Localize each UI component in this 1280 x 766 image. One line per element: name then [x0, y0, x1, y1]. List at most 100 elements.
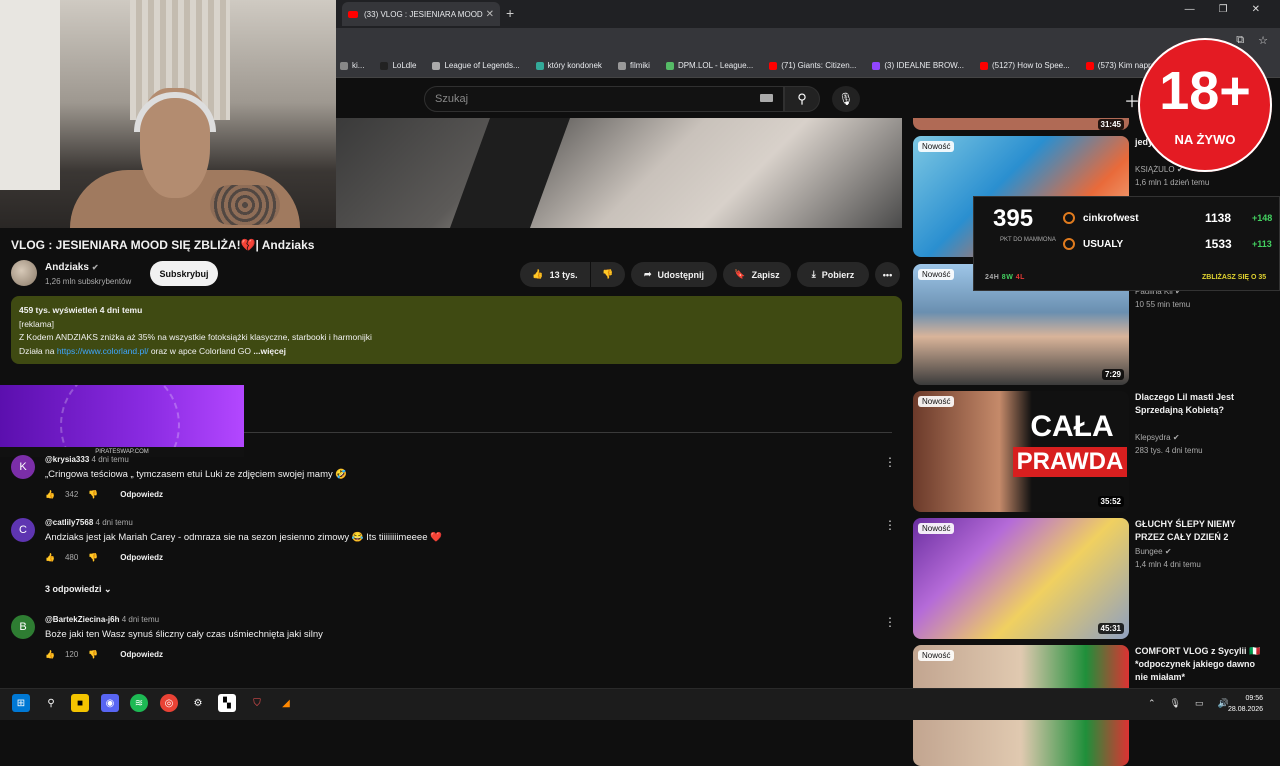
video-duration: 45:31	[1097, 623, 1124, 634]
windows-start-icon[interactable]: ⊞	[12, 694, 30, 712]
keyboard-icon[interactable]	[760, 94, 773, 102]
thumbs-up-icon[interactable]: 👍	[45, 553, 55, 562]
install-icon[interactable]: ⧉	[1236, 34, 1244, 47]
rank-icon	[1063, 238, 1075, 250]
steam-icon[interactable]: ⚙	[189, 694, 207, 712]
bookmark-label: League of Legends...	[444, 61, 520, 70]
search-button[interactable]: ⚲	[784, 86, 820, 112]
obs-icon[interactable]: ◢	[277, 694, 295, 712]
bookmark-favicon-icon	[617, 61, 626, 70]
webcam-tattoo	[210, 185, 280, 225]
thumbs-up-icon[interactable]: 👍	[45, 490, 55, 499]
bookmark-item[interactable]: który kondonek	[535, 61, 602, 70]
promo-decoration	[60, 385, 180, 447]
bookmark-item[interactable]: (71) Giants: Citizen...	[769, 61, 856, 70]
video-duration: 31:45	[1097, 119, 1124, 130]
brave-icon[interactable]: ⛉	[248, 694, 266, 712]
sidebar-meta: 10 55 min temu	[1135, 300, 1191, 309]
download-button[interactable]: ⤓ Pobierz	[797, 262, 869, 287]
minimize-icon[interactable]: —	[1185, 4, 1195, 15]
sidebar-thumbnail-partial[interactable]: 31:45	[913, 118, 1129, 130]
channel-avatar[interactable]	[11, 260, 37, 286]
comment-avatar[interactable]: K	[11, 455, 35, 479]
app-icon[interactable]: ▚	[218, 694, 236, 712]
show-more-link[interactable]: ...więcej	[253, 346, 286, 356]
comment-author[interactable]: @krysia333 4 dni temu	[45, 455, 129, 464]
reply-button[interactable]: Odpowiedz	[120, 553, 163, 562]
time: 09:56	[1245, 695, 1264, 702]
bookmark-star-icon[interactable]: ☆	[1258, 34, 1268, 47]
comment-menu-icon[interactable]: ⋮	[884, 455, 896, 469]
clock[interactable]: 09:56 28.08.2026	[1228, 693, 1263, 715]
bookmark-favicon-icon	[1085, 61, 1094, 70]
bookmark-favicon-icon	[535, 61, 544, 70]
voice-search-button[interactable]: 🎙	[832, 86, 860, 112]
comment-menu-icon[interactable]: ⋮	[884, 518, 896, 532]
comment-avatar[interactable]: C	[11, 518, 35, 542]
video-frame	[336, 118, 902, 228]
comment-menu-icon[interactable]: ⋮	[884, 615, 896, 629]
comment-avatar[interactable]: B	[11, 615, 35, 639]
leaderboard-name: cinkrofwest	[1083, 212, 1139, 224]
bookmark-item[interactable]: (3) IDEALNE BROW...	[872, 61, 964, 70]
bookmark-item[interactable]: DPM.LOL - League...	[665, 61, 753, 70]
share-button[interactable]: ➦ Udostępnij	[631, 262, 717, 287]
mic-tray-icon[interactable]: 🎙	[1170, 698, 1181, 709]
sidebar-channel-name: Bungee	[1135, 547, 1163, 556]
tray-chevron-icon[interactable]: ⌃	[1148, 698, 1156, 709]
channel-name[interactable]: Andziaks ✔	[45, 262, 99, 273]
sidebar-video-title[interactable]: COMFORT VLOG z Sycylii 🇮🇹 *odpoczynek ja…	[1135, 645, 1263, 684]
display-icon[interactable]: ▭	[1195, 698, 1204, 709]
description-link[interactable]: https://www.colorland.pl/	[57, 346, 149, 356]
bookmark-icon: 🔖	[734, 269, 746, 279]
sticky-notes-icon[interactable]: ■	[71, 694, 89, 712]
bookmark-label: (5127) How to Spee...	[991, 61, 1070, 70]
thumbs-down-icon[interactable]: 👎	[88, 490, 98, 499]
bookmark-item[interactable]: filmiki	[617, 61, 650, 70]
leaderboard-row: USUALY	[1063, 238, 1123, 250]
spotify-icon[interactable]: ≋	[130, 694, 148, 712]
more-actions-button[interactable]: •••	[875, 262, 900, 287]
bookmark-label: LoLdle	[392, 61, 417, 70]
sidebar-channel[interactable]: Klepsydra ✔	[1135, 433, 1180, 442]
comment-actions: 👍 342 👎 Odpowiedz	[45, 490, 163, 499]
like-button[interactable]: 👍 13 tys.	[520, 262, 590, 287]
address-bar[interactable]	[336, 28, 1280, 54]
comment-author[interactable]: @BartekZiecina-j6h 4 dni temu	[45, 615, 159, 624]
view-replies-button[interactable]: 3 odpowiedzi ⌄	[45, 584, 112, 595]
sidebar-thumbnail[interactable]: Nowość CAŁA PRAWDA 35:52	[913, 391, 1129, 512]
browser-tab[interactable]: (33) VLOG : JESIENIARA MOOD ✕	[342, 2, 500, 26]
channel-name-text: Andziaks	[45, 262, 89, 273]
new-tab-button[interactable]: +	[506, 5, 514, 21]
bookmark-item[interactable]: ki...	[340, 61, 364, 70]
bookmark-item[interactable]: LoLdle	[380, 61, 416, 70]
comment-time: 4 dni temu	[95, 518, 133, 527]
save-button[interactable]: 🔖 Zapisz	[723, 262, 791, 287]
sidebar-video-title[interactable]: GŁUCHY ŚLEPY NIEMY PRZEZ CAŁY DZIEŃ 2	[1135, 518, 1263, 544]
chrome-icon[interactable]: ◎	[160, 694, 178, 712]
dislike-button[interactable]: 👎	[591, 262, 625, 287]
subscribe-button[interactable]: Subskrybuj	[150, 261, 218, 286]
sidebar-thumbnail[interactable]: Nowość 45:31	[913, 518, 1129, 639]
sidebar-video-title[interactable]: Dlaczego Lil masti Jest Sprzedajną Kobie…	[1135, 391, 1263, 417]
bookmark-item[interactable]: (5127) How to Spee...	[979, 61, 1070, 70]
video-description[interactable]: 459 tys. wyświetleń 4 dni temu [reklama]…	[11, 296, 902, 364]
save-label: Zapisz	[751, 269, 780, 280]
sidebar-channel-name: KSIĄŻULO	[1135, 165, 1175, 174]
restore-icon[interactable]: ❐	[1219, 4, 1228, 15]
reply-button[interactable]: Odpowiedz	[120, 490, 163, 499]
discord-icon[interactable]: ◉	[101, 694, 119, 712]
reply-button[interactable]: Odpowiedz	[120, 650, 163, 659]
search-taskbar-icon[interactable]: ⚲	[42, 694, 60, 712]
comment-author[interactable]: @catlily7568 4 dni temu	[45, 518, 133, 527]
search-input[interactable]: Szukaj	[424, 86, 784, 112]
thumbs-down-icon[interactable]: 👎	[88, 553, 98, 562]
thumbs-down-icon[interactable]: 👎	[88, 650, 98, 659]
sidebar-channel[interactable]: KSIĄŻULO ✔	[1135, 165, 1184, 174]
sidebar-channel[interactable]: Bungee ✔	[1135, 547, 1172, 556]
close-window-icon[interactable]: ✕	[1252, 4, 1260, 15]
comment-like-count: 342	[64, 490, 79, 499]
bookmark-item[interactable]: League of Legends...	[432, 61, 520, 70]
close-tab-icon[interactable]: ✕	[486, 9, 494, 20]
thumbs-up-icon[interactable]: 👍	[45, 650, 55, 659]
